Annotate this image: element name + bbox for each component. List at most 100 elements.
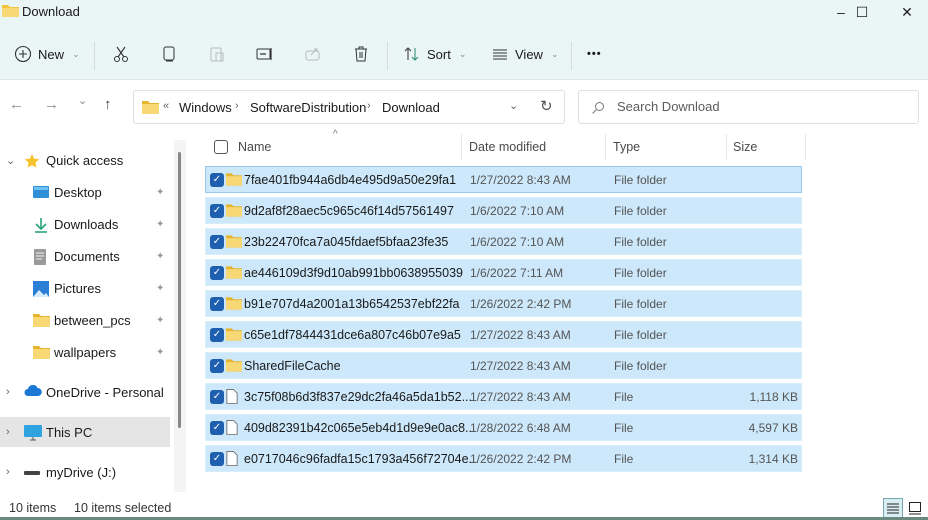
folder-icon [226,265,242,279]
chevron-right-icon[interactable]: › [6,426,10,438]
view-button[interactable]: View ⌄ [491,42,559,66]
tiles-view-button[interactable] [905,498,925,518]
recent-locations-button[interactable]: ⌄ [78,94,87,107]
delete-button[interactable] [352,42,370,66]
search-box[interactable] [578,90,919,124]
column-header-size[interactable]: Size [733,140,757,160]
maximize-button[interactable]: ☐ [839,0,885,24]
arrow-right-icon: → [44,96,59,113]
row-checkbox[interactable]: ✓ [210,266,224,280]
sidebar-item-label: This PC [46,424,93,440]
sort-button[interactable]: Sort ⌄ [403,42,466,66]
file-row[interactable]: ✓ 7fae401fb944a6db4e495d9a50e29fa1 1/27/20… [205,166,802,193]
file-row[interactable]: ✓ SharedFileCache 1/27/2022 8:43 AM File fo… [205,352,802,379]
copy-icon [163,46,175,62]
file-row[interactable]: ✓ c65e1df7844431dce6a807c46b07e9a5 1/27/20… [205,321,802,348]
sidebar-item-label: Desktop [54,184,102,200]
column-divider[interactable] [726,134,727,160]
close-icon: ✕ [901,3,913,20]
row-checkbox[interactable]: ✓ [210,235,224,249]
chevron-right-icon[interactable]: › [6,386,10,398]
row-checkbox[interactable]: ✓ [210,297,224,311]
sidebar-item-wallpapers[interactable]: wallpapers ✦ [0,337,170,367]
column-header-type[interactable]: Type [613,140,640,160]
row-checkbox[interactable]: ✓ [210,390,224,404]
row-checkbox[interactable]: ✓ [210,204,224,218]
sidebar-item-pictures[interactable]: Pictures ✦ [0,273,170,303]
column-header-date[interactable]: Date modified [469,140,546,160]
file-row[interactable]: ✓ 3c75f08b6d3f837e29dc2fa46a5da1b52... 1/2… [205,383,802,410]
breadcrumb-item[interactable]: SoftwareDistribution [250,100,366,115]
monitor-icon [24,425,42,441]
sidebar-scrollbar-thumb[interactable] [178,152,181,428]
row-checkbox[interactable]: ✓ [210,359,224,373]
chevron-right-icon[interactable]: › [6,466,10,478]
sidebar-item-label: Downloads [54,216,119,232]
row-checkbox[interactable]: ✓ [210,421,224,435]
view-lines-icon [493,49,507,60]
column-divider[interactable] [461,134,462,160]
sidebar-item-onedrive-personal[interactable]: › OneDrive - Personal [0,377,170,407]
sidebar-item-this-pc[interactable]: › This PC [0,417,170,447]
file-type: File folder [614,173,667,187]
breadcrumb-item[interactable]: Windows [179,100,232,115]
select-all-checkbox[interactable] [214,140,228,154]
file-row[interactable]: ✓ 409d82391b42c065e5eb4d1d9e9e0ac8... 1/28… [205,414,802,441]
file-row[interactable]: ✓ e0717046c96fadfa15c1793a456f72704e... 1/… [205,445,802,472]
sidebar-item-label: OneDrive - Personal [46,384,164,400]
copy-button[interactable] [160,42,178,66]
file-row[interactable]: ✓ b91e707d4a2001a13b6542537ebf22fa 1/26/20… [205,290,802,317]
file-row[interactable]: ✓ 23b22470fca7a045fdaef5bfaa23fe35 1/6/202… [205,228,802,255]
file-date-modified: 1/6/2022 7:10 AM [470,204,565,218]
file-type: File folder [614,266,667,280]
sidebar-item-between-pcs[interactable]: between_pcs ✦ [0,305,170,335]
sidebar-item-quick-access[interactable]: ⌄ Quick access [0,145,170,175]
address-bar[interactable]: « Windows › SoftwareDistribution › Downl… [133,90,565,124]
sort-icon [404,47,419,61]
sidebar-item-desktop[interactable]: Desktop ✦ [0,177,170,207]
sidebar-item-mydrive-j[interactable]: › myDrive (J:) [0,457,170,487]
row-checkbox[interactable]: ✓ [210,328,224,342]
row-checkbox[interactable]: ✓ [210,452,224,466]
search-input[interactable] [617,99,907,114]
more-button[interactable]: ••• [587,42,602,66]
cut-button[interactable] [112,42,130,66]
file-date-modified: 1/6/2022 7:11 AM [470,266,564,280]
refresh-icon[interactable]: ↻ [540,97,553,115]
folder-icon [33,345,50,359]
file-size: 1,118 KB [749,390,798,404]
sidebar-item-documents[interactable]: Documents ✦ [0,241,170,271]
delete-icon [355,46,367,62]
row-checkbox[interactable]: ✓ [210,173,224,187]
details-view-button[interactable] [883,498,903,518]
folder-icon [226,358,242,372]
forward-button[interactable]: → [44,96,59,113]
file-row[interactable]: ✓ ae446109d3f9d10ab991bb0638955039 1/6/202… [205,259,802,286]
back-button[interactable]: ← [9,96,24,113]
new-button[interactable]: New ⌄ [14,42,80,66]
view-label: View [515,46,543,62]
pin-icon: ✦ [156,282,165,294]
address-dropdown-button[interactable]: ⌄ [509,99,518,112]
file-name: 3c75f08b6d3f837e29dc2fa46a5da1b52... [244,390,472,404]
close-button[interactable]: ✕ [884,0,928,24]
file-row[interactable]: ✓ 9d2af8f28aec5c965c46f14d57561497 1/6/202… [205,197,802,224]
column-divider[interactable] [605,134,606,160]
up-button[interactable]: ↑ [104,96,112,113]
chevron-down-icon: ⌄ [72,48,80,59]
file-type: File [614,421,634,435]
pictures-icon [33,281,49,297]
column-divider[interactable] [805,134,806,160]
sidebar-item-downloads[interactable]: Downloads ✦ [0,209,170,239]
column-header-name[interactable]: Name [238,140,271,160]
share-button[interactable] [304,42,322,66]
breadcrumb-item[interactable]: Download [382,100,440,115]
rename-button[interactable] [256,42,274,66]
drive-icon [24,465,40,479]
selected-count: 10 items selected [74,501,172,515]
pin-icon: ✦ [156,186,165,198]
pin-icon: ✦ [156,314,165,326]
chevron-down-icon[interactable]: ⌄ [6,154,15,167]
paste-button[interactable] [208,42,226,66]
breadcrumb-overflow[interactable]: « [163,100,169,112]
